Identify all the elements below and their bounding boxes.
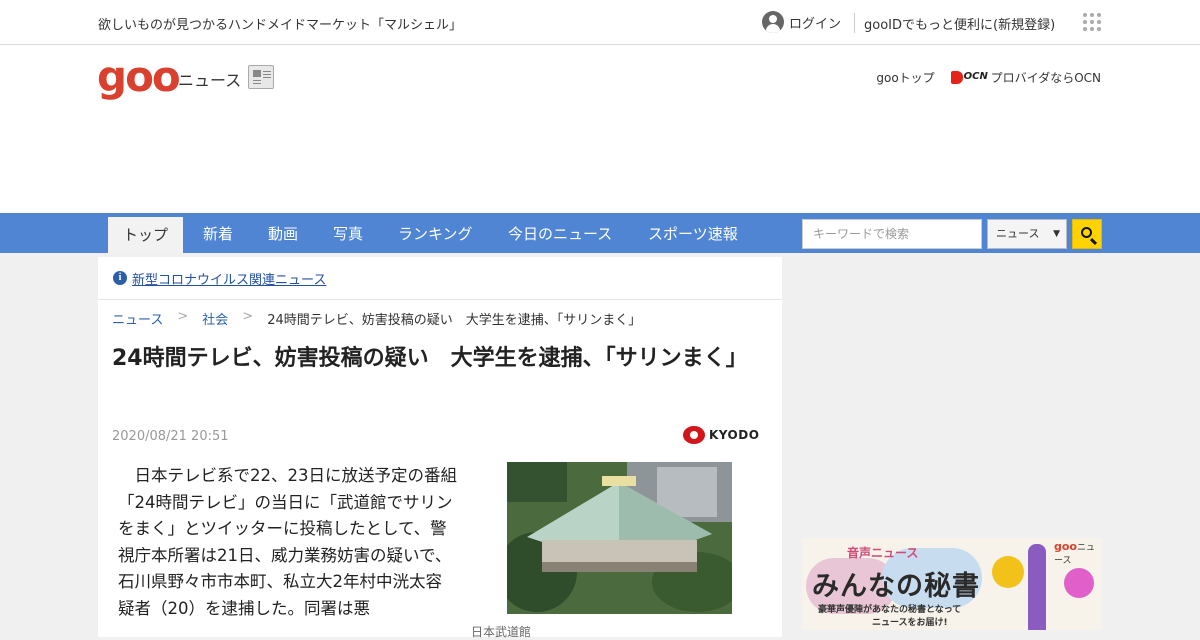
voice-news-ad[interactable]: 音声ニュース みんなの秘書 豪華声優陣があなたの秘書となって ニュースをお届け!… [802,538,1102,630]
article-panel: i 新型コロナウイルス関連ニュース ニュース > 社会 > 24時間テレビ、妨害… [98,257,782,639]
ad-copy: 豪華声優陣があなたの秘書となって [818,605,962,615]
breadcrumb-news[interactable]: ニュース [112,309,163,328]
site-header: goo ニュース gooトップ OCN プロバイダならOCN [0,45,1200,213]
article-date: 2020/08/21 20:51 [112,429,229,444]
login-label: ログイン [789,16,842,32]
character-illustration [1064,568,1094,598]
ad-tag: 音声ニュース [847,546,919,560]
search-input[interactable] [802,219,982,249]
logo-subtitle: ニュース [178,71,242,90]
goo-logo[interactable]: goo [97,55,181,99]
tab-video[interactable]: 動画 [268,213,298,253]
character-illustration [992,556,1024,588]
ad-title: みんなの秘書 [812,571,980,602]
info-icon: i [113,271,127,285]
breadcrumb-society[interactable]: 社会 [202,309,228,328]
notice-link[interactable]: 新型コロナウイルス関連ニュース [132,269,326,288]
ad-copy: ニュースをお届け! [872,618,948,628]
photo-caption: 日本武道館 [471,625,532,639]
apps-grid-icon[interactable] [1083,13,1101,31]
tab-sports[interactable]: スポーツ速報 [648,213,738,253]
ocn-link[interactable]: OCN プロバイダならOCN [950,69,1101,86]
newspaper-icon [248,65,274,89]
article-photo[interactable] [507,462,732,614]
top-bar: 欲しいものが見つかるハンドメイドマーケット「マルシェル」 ログイン gooIDで… [0,0,1200,45]
register-link[interactable]: gooIDでもっと便利に(新規登録) [864,14,1055,33]
search-button[interactable] [1072,219,1102,249]
article-body: 日本テレビ系で22、23日に放送予定の番組「24時間テレビ」の当日に「武道館でサ… [118,466,457,618]
tab-today-news[interactable]: 今日のニュース [508,213,612,253]
kyodo-mark-icon [683,426,705,444]
chevron-right-icon: > [177,309,189,324]
header-links: gooトップ OCN プロバイダならOCN [876,69,1101,86]
promo-link[interactable]: 欲しいものが見つかるハンドメイドマーケット「マルシェル」 [98,14,462,33]
chevron-right-icon: > [242,309,254,324]
search-icon [1081,227,1092,238]
kyodo-logo: KYODO [683,426,759,444]
ocn-label: プロバイダならOCN [990,71,1101,85]
search-scope-select[interactable]: ニュース ▼ [987,219,1067,249]
breadcrumb-current: 24時間テレビ、妨害投稿の疑い 大学生を逮捕、「サリンまく」 [267,313,642,328]
breadcrumb: ニュース > 社会 > 24時間テレビ、妨害投稿の疑い 大学生を逮捕、「サリンま… [112,309,641,328]
search-scope-value: ニュース [996,227,1040,240]
ocn-logo-icon: OCN [950,70,988,85]
caret-down-icon: ▼ [1053,229,1060,239]
tab-top[interactable]: トップ [108,217,184,253]
tab-photo[interactable]: 写真 [333,213,363,253]
tab-new[interactable]: 新着 [203,213,233,253]
ad-brand: gooニュース [1054,540,1096,566]
article-title: 24時間テレビ、妨害投稿の疑い 大学生を逮捕、「サリンまく」 [112,346,748,371]
goo-top-link[interactable]: gooトップ [876,69,934,86]
user-icon [762,11,784,33]
divider [854,13,855,33]
character-illustration [1028,544,1046,630]
notice-bar: i 新型コロナウイルス関連ニュース [98,257,782,300]
tab-ranking[interactable]: ランキング [398,213,473,253]
login-link[interactable]: ログイン [762,11,841,33]
